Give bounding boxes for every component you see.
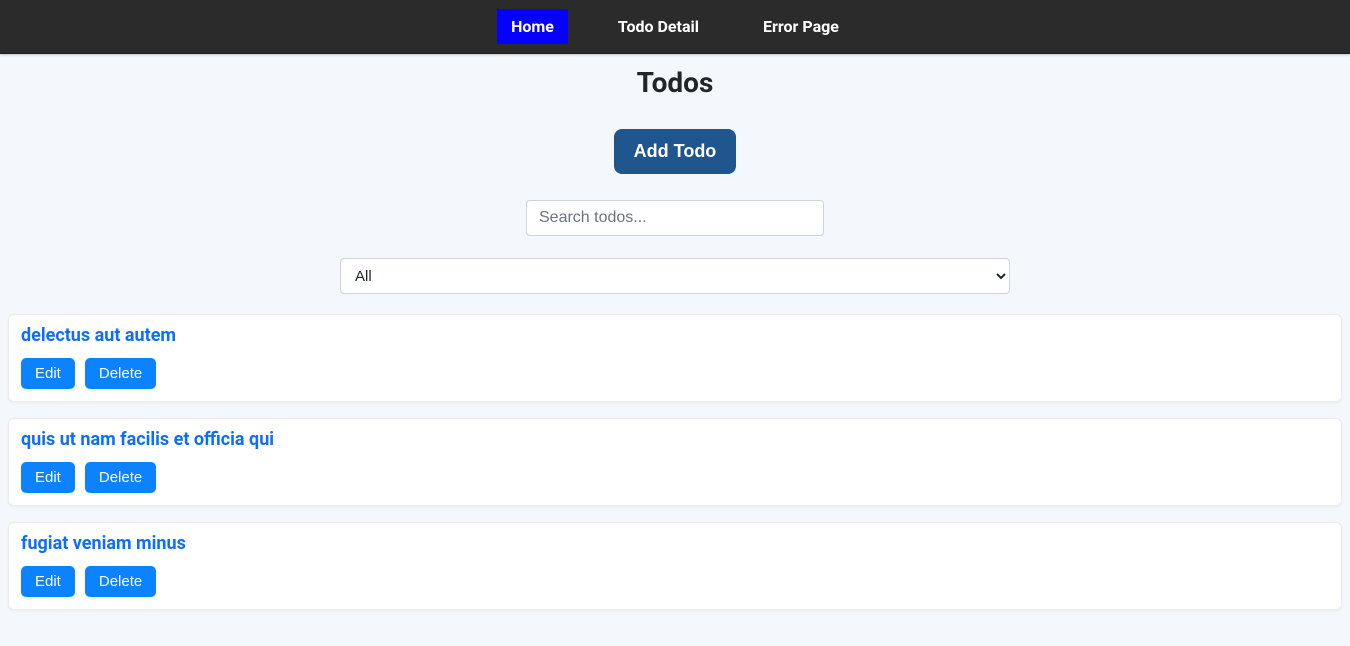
todo-card: delectus aut autem Edit Delete xyxy=(8,314,1342,402)
filter-select[interactable]: All xyxy=(340,258,1010,294)
search-input[interactable] xyxy=(526,200,824,236)
edit-button[interactable]: Edit xyxy=(21,566,75,597)
delete-button[interactable]: Delete xyxy=(85,566,156,597)
edit-button[interactable]: Edit xyxy=(21,462,75,493)
nav-home[interactable]: Home xyxy=(497,9,568,44)
edit-button[interactable]: Edit xyxy=(21,358,75,389)
todo-title-link[interactable]: delectus aut autem xyxy=(21,325,176,346)
todo-card: fugiat veniam minus Edit Delete xyxy=(8,522,1342,610)
delete-button[interactable]: Delete xyxy=(85,462,156,493)
todo-title-link[interactable]: fugiat veniam minus xyxy=(21,533,186,554)
main-content: Todos Add Todo All delectus aut autem Ed… xyxy=(0,54,1350,646)
todo-list: delectus aut autem Edit Delete quis ut n… xyxy=(4,314,1346,610)
nav-error-page[interactable]: Error Page xyxy=(749,9,853,44)
delete-button[interactable]: Delete xyxy=(85,358,156,389)
todo-actions: Edit Delete xyxy=(21,566,1329,597)
add-todo-button[interactable]: Add Todo xyxy=(614,129,737,174)
todo-actions: Edit Delete xyxy=(21,462,1329,493)
page-title: Todos xyxy=(4,66,1346,99)
nav-todo-detail[interactable]: Todo Detail xyxy=(604,9,713,44)
navbar: Home Todo Detail Error Page xyxy=(0,0,1350,54)
todo-title-link[interactable]: quis ut nam facilis et officia qui xyxy=(21,429,274,450)
todo-actions: Edit Delete xyxy=(21,358,1329,389)
todo-card: quis ut nam facilis et officia qui Edit … xyxy=(8,418,1342,506)
